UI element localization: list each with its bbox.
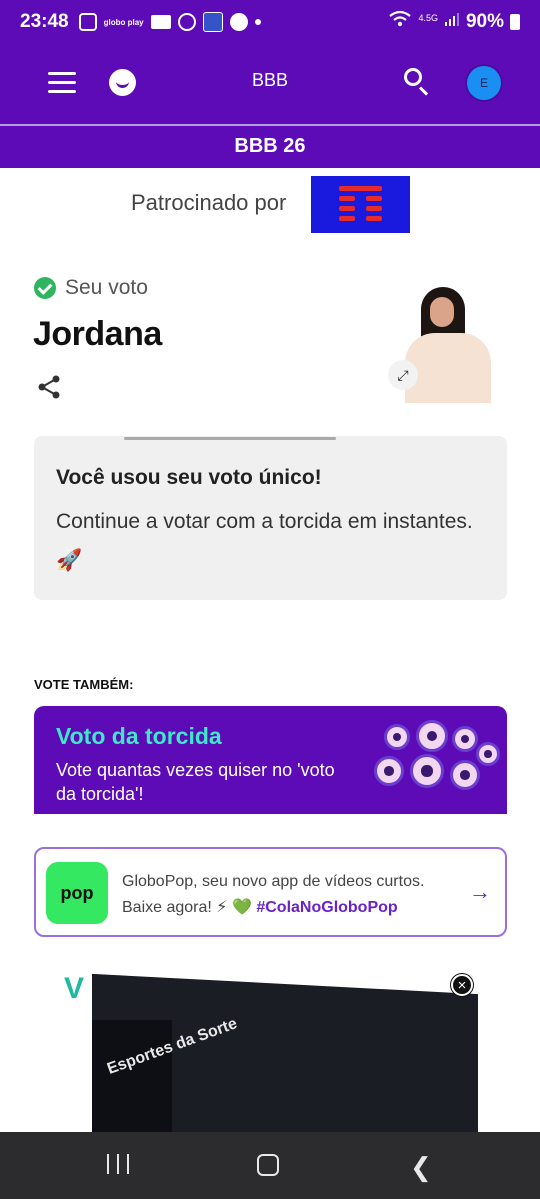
arrow-right-icon[interactable]: → [469, 879, 491, 905]
globopop-banner[interactable]: pop GloboPop, seu novo app de vídeos cur… [34, 847, 507, 937]
top-navigation: BBB E [0, 44, 540, 124]
signal-icon [444, 11, 460, 33]
globoplay-icon: globo play [103, 17, 144, 27]
torcida-description: Vote quantas vezes quiser no 'voto da to… [56, 760, 335, 804]
globopop-logo: pop [46, 862, 108, 924]
check-circle-icon [34, 277, 56, 299]
candidate-name: Jordana [33, 315, 162, 353]
close-ad-icon[interactable]: × [451, 974, 473, 996]
battery-percent: 90% [465, 11, 504, 32]
share-icon[interactable] [36, 374, 62, 400]
confirmation-body: Continue a votar com a torcida em instan… [56, 510, 473, 572]
app-notification-icon [202, 12, 223, 32]
sponsor-label: Patrocinado por [131, 190, 287, 215]
instagram-icon [78, 13, 97, 31]
vote-confirmation-card: Você usou seu voto único! Continue a vot… [34, 436, 507, 600]
recent-apps-icon[interactable] [107, 1154, 129, 1176]
network-type-label: 4.5G [418, 13, 438, 23]
voto-da-torcida-card[interactable]: Voto da torcida Vote quantas vezes quise… [34, 706, 507, 814]
sponsor-banner: Patrocinado por [0, 176, 540, 234]
advertisement[interactable]: Esportes da Sorte V × [0, 960, 540, 1132]
globopop-text: GloboPop, seu novo app de vídeos curtos.… [122, 869, 462, 921]
battery-icon [510, 14, 520, 30]
section-header[interactable]: BBB 26 [0, 126, 540, 168]
mail-icon [150, 15, 171, 29]
system-navigation-bar: ❮ [0, 1132, 540, 1199]
sponsor-logo[interactable] [311, 176, 410, 233]
globopop-logo-text: pop [60, 882, 94, 903]
whatsapp-icon [177, 13, 196, 31]
wifi-icon [388, 10, 412, 34]
search-icon[interactable] [404, 68, 432, 96]
vote-status-label: Seu voto [65, 276, 148, 299]
home-icon[interactable] [257, 1154, 279, 1176]
circle-notification-icon [229, 13, 248, 31]
back-icon[interactable]: ❮ [410, 1152, 432, 1183]
page-title: BBB [251, 70, 289, 90]
ad-box-side [92, 1020, 172, 1132]
vote-also-label: VOTE TAMBÉM: [34, 677, 134, 692]
expand-icon[interactable]: ⤢ [388, 360, 418, 390]
status-bar: 23:48 globo play 4.5G 90% [0, 0, 540, 44]
more-notifications-dot-icon [254, 19, 261, 25]
confirmation-title: Você usou seu voto único! [56, 466, 322, 489]
bbb-eye-mascots-illustration [364, 720, 507, 814]
globopop-hashtag: #ColaNoGloboPop [256, 899, 398, 916]
user-avatar[interactable]: E [467, 66, 501, 100]
drag-handle [124, 437, 336, 440]
torcida-title: Voto da torcida [56, 723, 222, 749]
status-time: 23:48 [20, 11, 69, 32]
ad-v-logo-icon: V [64, 972, 85, 1005]
